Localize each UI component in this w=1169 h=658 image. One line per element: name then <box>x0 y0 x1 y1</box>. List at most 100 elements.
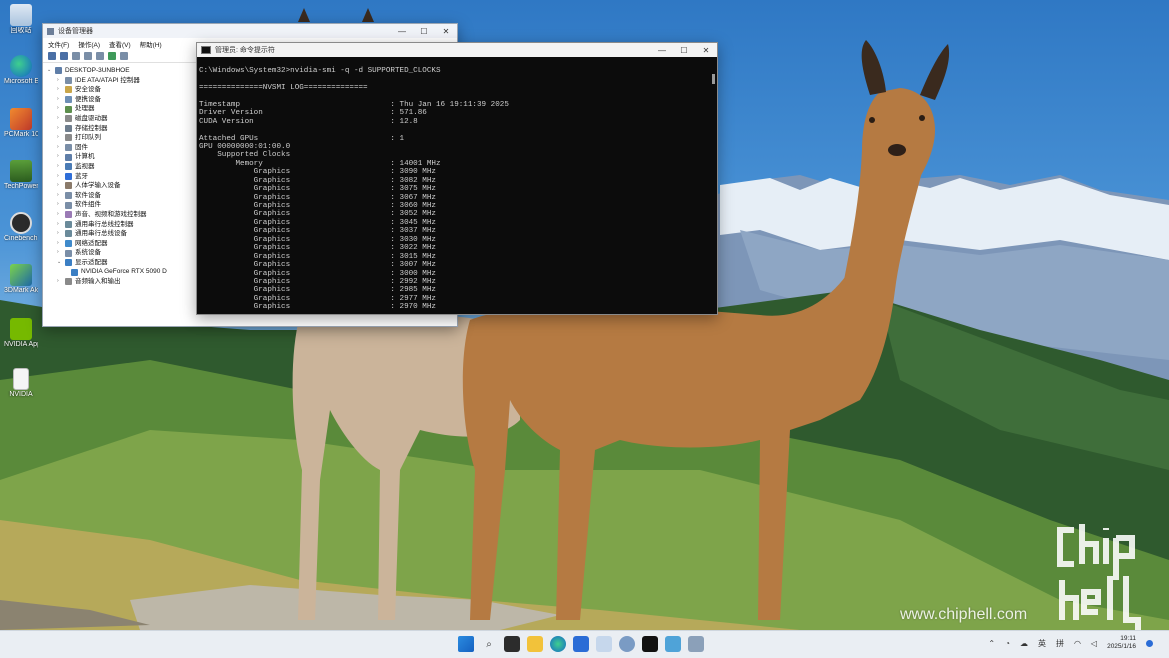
audio-icon <box>65 278 72 286</box>
expand-icon[interactable]: › <box>57 191 65 201</box>
command-prompt-window[interactable]: 管理员: 命令提示符 — ☐ ✕ C:\Windows\System32>nvi… <box>196 42 718 315</box>
pcmark-icon <box>10 108 32 130</box>
expand-icon[interactable]: › <box>57 76 65 86</box>
console-line: Attached GPUs : 1 <box>199 134 405 143</box>
scrollbar-thumb[interactable] <box>712 74 715 84</box>
expand-icon[interactable]: › <box>57 181 65 191</box>
monitor-icon[interactable] <box>120 51 128 60</box>
device-category-icon <box>65 124 72 132</box>
console-line: CUDA Version : 12.8 <box>199 117 418 126</box>
expand-icon[interactable]: › <box>57 114 65 124</box>
volume-icon[interactable]: ◁ <box>1091 639 1097 648</box>
view-icon[interactable] <box>96 51 104 60</box>
tree-category-label: 计算机 <box>75 153 95 161</box>
help-icon[interactable] <box>84 51 92 60</box>
expand-icon[interactable]: › <box>57 104 65 114</box>
device-manager-titlebar[interactable]: 设备管理器 — ☐ ✕ <box>43 24 457 38</box>
expand-icon[interactable]: › <box>57 220 65 230</box>
notification-icon[interactable] <box>1146 639 1153 647</box>
scrollbar[interactable] <box>711 60 716 310</box>
console-line: Graphics : 2970 MHz <box>199 303 436 312</box>
desktop-icon-nvidia-app[interactable]: NVIDIA App <box>4 318 38 349</box>
search-icon[interactable]: ⌕ <box>481 636 497 652</box>
desktop-icon-cinebench[interactable]: Cinebench R23 <box>4 212 38 243</box>
expand-icon[interactable]: › <box>57 133 65 143</box>
expand-icon[interactable]: › <box>57 210 65 220</box>
device-category-icon <box>65 105 72 113</box>
tree-category-label: 软件设备 <box>75 191 101 199</box>
store-icon[interactable] <box>573 636 589 652</box>
console-line: Driver Version : 571.86 <box>199 109 427 118</box>
terminal-icon[interactable] <box>642 636 658 652</box>
input-language[interactable]: 英 <box>1038 638 1046 649</box>
maximize-button[interactable]: ☐ <box>673 46 695 55</box>
menu-view[interactable]: 查看(V) <box>109 39 131 49</box>
minimize-button[interactable]: — <box>391 27 413 36</box>
desktop-icon-label: NVIDIA <box>9 391 33 398</box>
recycle-bin-icon <box>10 4 32 26</box>
forward-icon[interactable] <box>60 51 68 60</box>
desktop-icon-nvidia-file[interactable]: NVIDIA <box>4 368 38 399</box>
expand-icon[interactable]: › <box>57 162 65 172</box>
expand-icon[interactable]: › <box>57 239 65 249</box>
wifi-icon[interactable]: ◠ <box>1074 639 1081 648</box>
tree-category-label: 打印队列 <box>75 134 101 142</box>
expand-icon[interactable]: › <box>57 95 65 105</box>
cloud-icon[interactable]: ☁ <box>1020 639 1028 648</box>
file-explorer-icon[interactable] <box>527 636 543 652</box>
taskbar: ⌕ ⌃ ◔ ☁ 英 拼 ◠ ◁ 19:11 2025/1/16 <box>0 630 1169 658</box>
desktop-icon-label: 3DMark Akashi Suite <box>4 287 38 294</box>
desktop-icon-recycle-bin[interactable]: 回收站 <box>4 4 38 35</box>
scan-hardware-icon[interactable] <box>108 51 116 60</box>
console-output[interactable]: C:\Windows\System32>nvidia-smi -q -d SUP… <box>197 58 705 322</box>
task-view-icon[interactable] <box>504 636 520 652</box>
close-button[interactable]: ✕ <box>695 46 717 55</box>
tree-category-label: 通用串行总线控制器 <box>75 220 134 228</box>
start-icon[interactable] <box>458 636 474 652</box>
close-button[interactable]: ✕ <box>435 27 457 36</box>
console-line: C:\Windows\System32>nvidia-smi -q -d SUP… <box>199 67 441 75</box>
minimize-button[interactable]: — <box>651 46 673 55</box>
desktop-icon-3dmark[interactable]: 3DMark Akashi Suite <box>4 264 38 295</box>
menu-file[interactable]: 文件(F) <box>48 39 69 49</box>
notepad-icon[interactable] <box>665 636 681 652</box>
expand-icon[interactable]: › <box>57 229 65 239</box>
desktop-icon-pcmark[interactable]: PCMark 10 2024 <box>4 108 38 139</box>
collapse-icon[interactable]: ⌄ <box>57 258 65 268</box>
properties-icon[interactable] <box>72 51 80 60</box>
device-manager-icon[interactable] <box>688 636 704 652</box>
settings-icon[interactable] <box>619 636 635 652</box>
maximize-button[interactable]: ☐ <box>413 27 435 36</box>
edge-icon[interactable] <box>550 636 566 652</box>
device-category-icon <box>65 182 72 190</box>
desktop-icon-label: PCMark 10 2024 <box>4 131 38 138</box>
desktop-icon-edge[interactable]: Microsoft Edge <box>4 55 38 86</box>
expand-icon[interactable]: › <box>57 200 65 210</box>
expand-icon[interactable]: › <box>57 143 65 153</box>
expand-icon[interactable]: › <box>57 85 65 95</box>
expand-icon[interactable]: › <box>57 124 65 134</box>
console-line: Graphics : 3075 MHz <box>199 185 436 194</box>
tree-category-label: 音频输入和输出 <box>75 278 121 286</box>
expand-icon[interactable]: › <box>57 248 65 258</box>
menu-action[interactable]: 操作(A) <box>78 39 100 49</box>
ime-mode[interactable]: 拼 <box>1056 638 1064 649</box>
collapse-icon[interactable]: ⌄ <box>47 66 55 76</box>
photos-icon[interactable] <box>596 636 612 652</box>
tree-category-label: 软件组件 <box>75 201 101 209</box>
expand-icon[interactable]: › <box>57 277 65 287</box>
console-line: Supported Clocks <box>199 151 291 160</box>
expand-icon[interactable]: › <box>57 172 65 182</box>
back-icon[interactable] <box>48 51 56 60</box>
command-prompt-titlebar[interactable]: 管理员: 命令提示符 — ☐ ✕ <box>197 43 717 57</box>
chevron-up-icon[interactable]: ⌃ <box>988 639 995 648</box>
console-line: Graphics : 2977 MHz <box>199 294 436 303</box>
console-line: Graphics : 3037 MHz <box>199 227 436 236</box>
desktop-icon-techpowerup[interactable]: TechPowerUp <box>4 160 38 191</box>
menu-help[interactable]: 帮助(H) <box>140 39 162 49</box>
expand-icon[interactable]: › <box>57 152 65 162</box>
clock[interactable]: 19:11 2025/1/16 <box>1107 635 1136 651</box>
network-app-icon[interactable]: ◔ <box>1005 639 1010 648</box>
